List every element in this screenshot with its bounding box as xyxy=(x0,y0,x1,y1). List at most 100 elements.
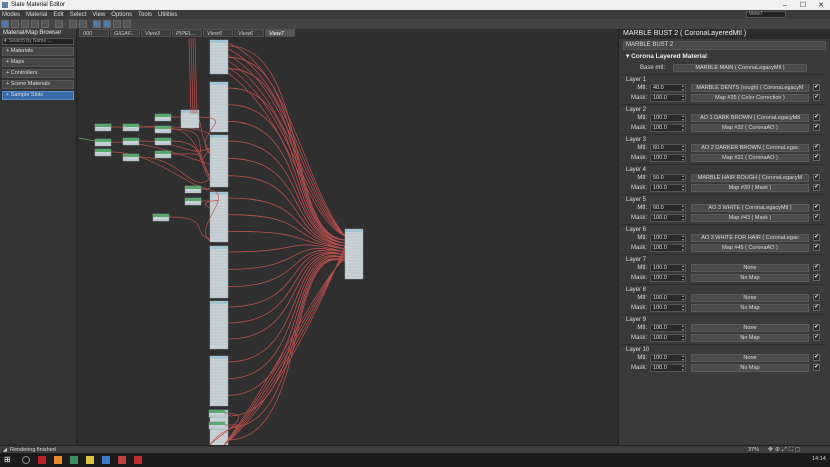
tab-view7[interactable]: View7 xyxy=(265,29,295,37)
tab-000[interactable]: 000 xyxy=(79,29,109,37)
menu-select[interactable]: Select xyxy=(70,12,87,18)
mask-amount-spinner[interactable]: 100.0 ▴ ▾ xyxy=(650,94,686,102)
layer-amount-spinner[interactable]: 100.0 ▴ ▾ xyxy=(650,264,686,272)
tab-pipel[interactable]: PIPEL... xyxy=(172,29,202,37)
layer-amount-spinner[interactable]: 100.0 ▴ ▾ xyxy=(650,294,686,302)
assign-material-icon[interactable] xyxy=(31,20,39,28)
tab-view5[interactable]: View5 xyxy=(203,29,233,37)
layer-mtl-button[interactable]: AO 3 WHITE ( CoronaLegacyMtl ) xyxy=(691,204,809,212)
browser-section-sample-slots[interactable]: + Sample Slots xyxy=(2,91,74,100)
layer-mtl-checkbox[interactable]: ✔ xyxy=(813,84,820,91)
browser-section-scene-materials[interactable]: + Scene Materials xyxy=(2,80,74,89)
tab-gigaf[interactable]: GIGAF... xyxy=(110,29,140,37)
layer-mtl-checkbox[interactable]: ✔ xyxy=(813,114,820,121)
layer-mask-button[interactable]: Map #39 ( Mask ) xyxy=(691,184,809,192)
layer-amount-spinner[interactable]: 100.0 ▴ ▾ xyxy=(650,234,686,242)
layer-mtl-checkbox[interactable]: ✔ xyxy=(813,144,820,151)
layer-amount-spinner[interactable]: 60.0 ▴ ▾ xyxy=(650,144,686,152)
browser-section-materials[interactable]: + Materials xyxy=(2,47,74,56)
node-view-canvas[interactable] xyxy=(79,38,617,445)
layer-mask-checkbox[interactable]: ✔ xyxy=(813,214,820,221)
layer-mask-button[interactable]: Map #32 ( CoronaAO ) xyxy=(691,124,809,132)
layer-mtl-button[interactable]: None xyxy=(691,294,809,302)
layer-amount-spinner[interactable]: 100.0 ▴ ▾ xyxy=(650,114,686,122)
layer-mask-button[interactable]: Map #45 ( CoronaAO ) xyxy=(691,244,809,252)
delete-icon[interactable] xyxy=(41,20,49,28)
browser-section-controllers[interactable]: + Controllers xyxy=(2,69,74,78)
layer-mtl-checkbox[interactable]: ✔ xyxy=(813,324,820,331)
move-children-icon[interactable] xyxy=(55,20,63,28)
hide-unused-icon[interactable] xyxy=(123,20,131,28)
layer-mtl-button[interactable]: None xyxy=(691,354,809,362)
layer-mask-checkbox[interactable]: ✔ xyxy=(813,274,820,281)
node-graph[interactable] xyxy=(79,38,617,445)
mask-amount-spinner[interactable]: 100.0 ▴ ▾ xyxy=(650,274,686,282)
taskbar-app-icon[interactable] xyxy=(38,456,46,464)
layer-mtl-checkbox[interactable]: ✔ xyxy=(813,354,820,361)
layer-amount-spinner[interactable]: 40.0 ▴ ▾ xyxy=(650,84,686,92)
taskbar-search-icon[interactable] xyxy=(22,456,30,464)
layer-mask-button[interactable]: No Map xyxy=(691,364,809,372)
layer-mask-button[interactable]: Map #43 ( Mask ) xyxy=(691,214,809,222)
layer-amount-spinner[interactable]: 100.0 ▴ ▾ xyxy=(650,354,686,362)
put-to-scene-icon[interactable] xyxy=(21,20,29,28)
layout-children-icon[interactable] xyxy=(103,20,111,28)
layer-amount-spinner[interactable]: 100.0 ▴ ▾ xyxy=(650,324,686,332)
layer-mtl-button[interactable]: MARBLE HAIR ROUGH ( CoronaLegacyM xyxy=(691,174,809,182)
show-in-viewport-icon[interactable] xyxy=(69,20,77,28)
menu-view[interactable]: View xyxy=(92,12,105,18)
mask-amount-spinner[interactable]: 100.0 ▴ ▾ xyxy=(650,334,686,342)
maximize-button[interactable]: ☐ xyxy=(794,1,812,9)
layer-mtl-button[interactable]: MARBLE DENTS (rough) ( CoronaLegacyM xyxy=(691,84,809,92)
layer-mask-checkbox[interactable]: ✔ xyxy=(813,364,820,371)
minimize-button[interactable]: – xyxy=(776,2,794,9)
layer-mtl-checkbox[interactable]: ✔ xyxy=(813,174,820,181)
layer-mask-checkbox[interactable]: ✔ xyxy=(813,184,820,191)
view-select-dropdown[interactable]: View7 xyxy=(746,11,786,18)
taskbar-app-icon[interactable] xyxy=(102,456,110,464)
layer-mask-button[interactable]: No Map xyxy=(691,304,809,312)
layer-mtl-button[interactable]: AO 1 DARK BROWN ( CoronaLegacyMtl xyxy=(691,114,809,122)
layout-all-icon[interactable] xyxy=(93,20,101,28)
mask-amount-spinner[interactable]: 100.0 ▴ ▾ xyxy=(650,124,686,132)
taskbar-acrobat-icon[interactable] xyxy=(134,456,142,464)
tab-view3[interactable]: View3 xyxy=(141,29,171,37)
layer-mask-checkbox[interactable]: ✔ xyxy=(813,154,820,161)
menu-tools[interactable]: Tools xyxy=(138,12,152,18)
layer-mtl-checkbox[interactable]: ✔ xyxy=(813,294,820,301)
pick-material-icon[interactable] xyxy=(11,20,19,28)
taskbar-app-icon[interactable] xyxy=(118,456,126,464)
layer-mtl-button[interactable]: AO 2 DARKER BROWN ( CoronaLegac xyxy=(691,144,809,152)
mask-amount-spinner[interactable]: 100.0 ▴ ▾ xyxy=(650,184,686,192)
layer-mask-button[interactable]: No Map xyxy=(691,334,809,342)
layer-amount-spinner[interactable]: 50.0 ▴ ▾ xyxy=(650,174,686,182)
layer-mtl-button[interactable]: None xyxy=(691,324,809,332)
taskbar-folder-icon[interactable] xyxy=(86,456,94,464)
taskbar-app-icon[interactable] xyxy=(70,456,78,464)
mask-amount-spinner[interactable]: 100.0 ▴ ▾ xyxy=(650,214,686,222)
tab-view6[interactable]: View6 xyxy=(234,29,264,37)
layer-mtl-button[interactable]: None xyxy=(691,264,809,272)
show-background-icon[interactable] xyxy=(79,20,87,28)
layer-amount-spinner[interactable]: 60.0 ▴ ▾ xyxy=(650,204,686,212)
menu-utilities[interactable]: Utilities xyxy=(158,12,177,18)
select-tool-icon[interactable] xyxy=(1,20,9,28)
layer-mask-button[interactable]: Map #31 ( CoronaAO ) xyxy=(691,154,809,162)
layer-mask-checkbox[interactable]: ✔ xyxy=(813,334,820,341)
menu-options[interactable]: Options xyxy=(111,12,132,18)
layer-mask-checkbox[interactable]: ✔ xyxy=(813,94,820,101)
material-name-field[interactable]: MARBLE BUST 2 xyxy=(623,41,826,50)
layer-mask-button[interactable]: Map #35 ( Color Correction ) xyxy=(691,94,809,102)
close-button[interactable]: ✕ xyxy=(812,1,830,9)
menu-modes[interactable]: Modes xyxy=(2,12,20,18)
material-params-icon[interactable] xyxy=(113,20,121,28)
mask-amount-spinner[interactable]: 100.0 ▴ ▾ xyxy=(650,364,686,372)
layer-mtl-checkbox[interactable]: ✔ xyxy=(813,234,820,241)
taskbar-app-icon[interactable] xyxy=(54,456,62,464)
layer-mask-checkbox[interactable]: ✔ xyxy=(813,304,820,311)
layer-mask-button[interactable]: No Map xyxy=(691,274,809,282)
base-mtl-button[interactable]: MARBLE MAIN ( CoronaLegacyMtl ) xyxy=(673,64,807,72)
layer-mask-checkbox[interactable]: ✔ xyxy=(813,244,820,251)
search-input[interactable]: ▾ Search by Name ... xyxy=(2,38,74,45)
mask-amount-spinner[interactable]: 100.0 ▴ ▾ xyxy=(650,154,686,162)
